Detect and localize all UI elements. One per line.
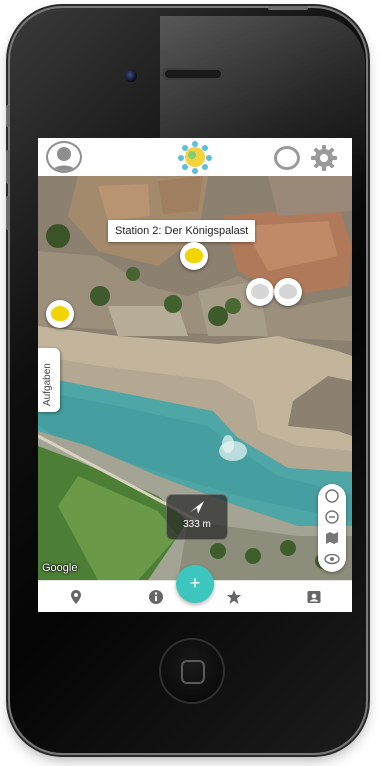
- volume-up-button: [6, 150, 10, 184]
- front-camera: [125, 70, 137, 82]
- map-layer-icon[interactable]: [324, 530, 340, 546]
- contact-card-icon[interactable]: [306, 589, 322, 605]
- star-icon[interactable]: [226, 589, 242, 605]
- station-marker-pending[interactable]: [274, 278, 302, 306]
- earpiece-speaker: [163, 68, 223, 80]
- eye-icon[interactable]: [324, 551, 340, 567]
- map-attribution: Google: [42, 562, 78, 574]
- satellite-map[interactable]: Station 2: Der Königspalast Aufgaben 333…: [38, 176, 352, 580]
- station-marker-pending[interactable]: [246, 278, 274, 306]
- aufgaben-tab-label: Aufgaben: [42, 363, 53, 406]
- station-marker[interactable]: [180, 242, 208, 270]
- circle-icon[interactable]: [274, 146, 300, 170]
- user-avatar-icon[interactable]: [46, 141, 82, 173]
- mute-switch: [6, 105, 10, 127]
- gear-icon[interactable]: [310, 144, 338, 172]
- power-button: [268, 6, 308, 10]
- add-button[interactable]: +: [176, 565, 214, 603]
- home-button[interactable]: [161, 640, 223, 702]
- station-marker[interactable]: [46, 300, 74, 328]
- info-icon[interactable]: [148, 589, 164, 605]
- station-label[interactable]: Station 2: Der Königspalast: [108, 220, 256, 242]
- app-logo[interactable]: [177, 140, 213, 174]
- distance-value: 333 m: [183, 519, 211, 530]
- app-screen: Station 2: Der Königspalast Aufgaben 333…: [38, 138, 352, 612]
- locate-icon[interactable]: [324, 488, 340, 504]
- aufgaben-tab[interactable]: Aufgaben: [38, 348, 60, 412]
- top-bar: [38, 138, 352, 177]
- map-controls: [318, 484, 346, 572]
- distance-indicator: 333 m: [166, 494, 228, 540]
- zoom-icon[interactable]: [324, 509, 340, 525]
- volume-down-button: [6, 196, 10, 230]
- direction-arrow-icon: [190, 501, 204, 514]
- location-pin-icon[interactable]: [68, 589, 84, 605]
